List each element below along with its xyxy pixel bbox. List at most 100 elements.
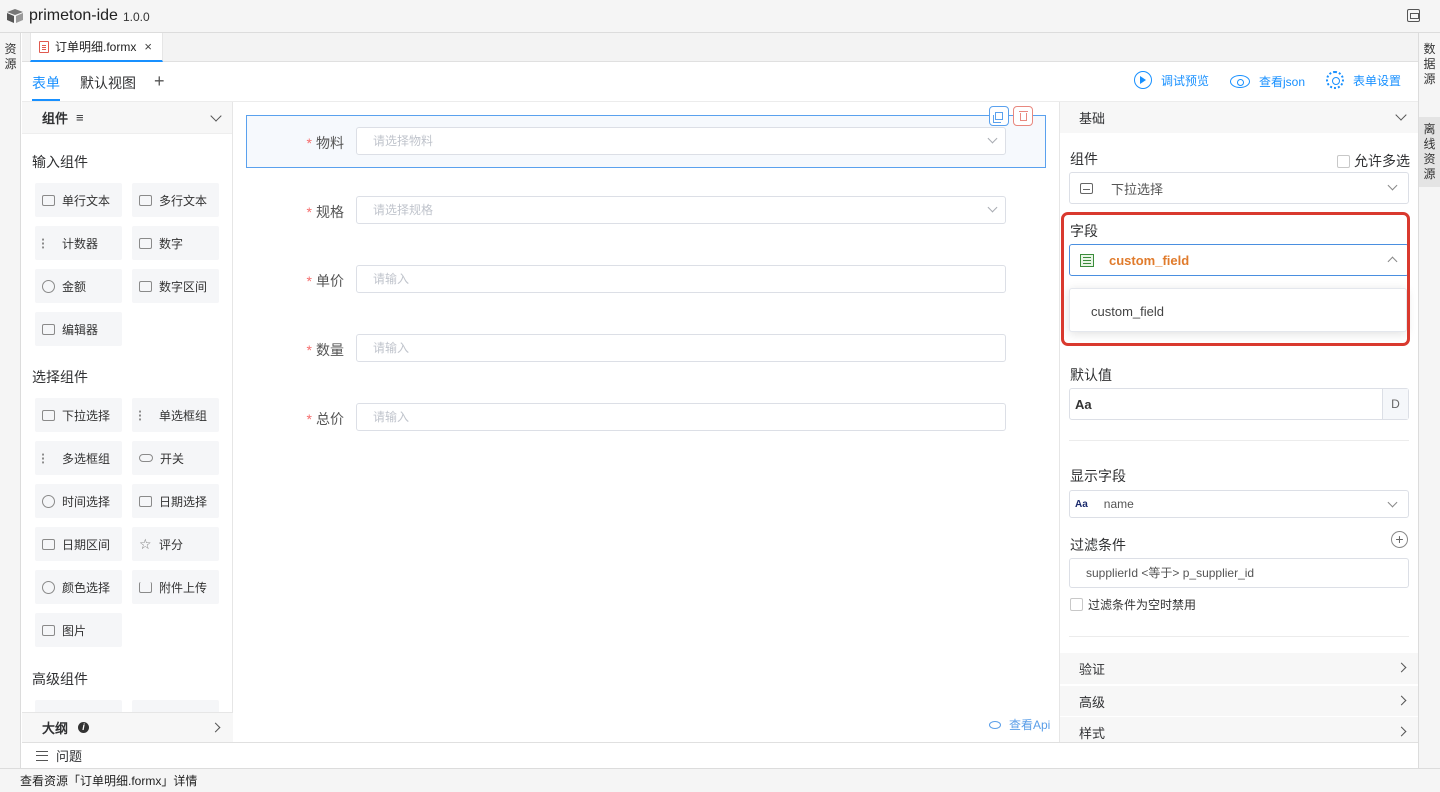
component-number-range[interactable]: 数字区间: [132, 269, 219, 303]
filter-disable-option[interactable]: 过滤条件为空时禁用: [1070, 596, 1196, 613]
components-panel-header[interactable]: 组件 ≡: [22, 102, 232, 134]
add-filter-icon[interactable]: +: [1391, 531, 1408, 548]
material-select[interactable]: 请选择物料: [356, 127, 1006, 155]
close-icon[interactable]: ×: [144, 39, 152, 54]
component-multi-line-text[interactable]: 多行文本: [132, 183, 219, 217]
component-type-select[interactable]: 下拉选择: [1069, 172, 1409, 204]
outline-panel-header[interactable]: 大纲 i: [22, 712, 233, 742]
tab-default-view[interactable]: 默认视图: [80, 73, 136, 93]
component-counter[interactable]: 计数器: [35, 226, 122, 260]
quantity-input[interactable]: 请输入: [356, 334, 1006, 362]
filter-condition-input[interactable]: supplierId <等于> p_supplier_id: [1069, 558, 1409, 588]
counter-icon: [42, 237, 55, 249]
required-mark: *: [306, 411, 312, 427]
default-value-mode-button[interactable]: D: [1382, 389, 1408, 419]
component-label: 日期区间: [62, 537, 111, 552]
form-row-spec: * 规格 请选择规格: [234, 196, 1058, 226]
app-name: primeton-ide: [29, 7, 118, 24]
delete-field-button[interactable]: [1013, 106, 1033, 126]
component-rating[interactable]: ☆ 评分: [132, 527, 219, 561]
multi-select-checkbox[interactable]: [1337, 154, 1350, 168]
display-field-select[interactable]: Aa name: [1069, 490, 1409, 518]
component-image[interactable]: 图片: [35, 613, 122, 647]
file-tab[interactable]: 订单明细.formx ×: [30, 33, 163, 62]
field-option[interactable]: custom_field: [1091, 304, 1164, 319]
upload-icon: [139, 581, 152, 593]
component-radio-group[interactable]: 单选框组: [132, 398, 219, 432]
debug-preview-button[interactable]: 调试预览: [1134, 71, 1209, 89]
component-label: 单选框组: [159, 408, 208, 423]
component-label: 下拉选择: [62, 408, 111, 423]
component-single-line-text[interactable]: 单行文本: [35, 183, 122, 217]
chevron-down-icon: [1395, 109, 1407, 121]
form-settings-button[interactable]: 表单设置: [1326, 71, 1401, 89]
divider: [1069, 636, 1409, 637]
calendar-icon: [139, 495, 152, 507]
component-amount[interactable]: 金额: [35, 269, 122, 303]
component-color-picker[interactable]: 颜色选择: [35, 570, 122, 604]
placeholder: 请输入: [373, 341, 410, 355]
chevron-down-icon: [1387, 180, 1398, 191]
multi-select-option[interactable]: 允许多选: [1337, 151, 1410, 171]
debug-preview-label: 调试预览: [1161, 73, 1210, 88]
component-label: 时间选择: [62, 494, 111, 509]
default-value-label: 默认值: [1070, 367, 1112, 383]
total-price-input[interactable]: 请输入: [356, 403, 1006, 431]
file-tab-label: 订单明细.formx: [55, 40, 137, 54]
validation-section-header[interactable]: 验证: [1060, 653, 1418, 684]
designer-header: 表单 默认视图 + 调试预览 查看json 表单设置: [22, 62, 1418, 102]
rail-tab-offline-resources[interactable]: 离 线 资 源: [1419, 117, 1440, 187]
component-label: 数字: [159, 236, 184, 251]
component-label: 多行文本: [159, 193, 208, 208]
view-api-link[interactable]: 查看Api: [989, 716, 1050, 733]
dropdown-icon: [42, 409, 55, 421]
view-api-label: 查看Api: [1009, 718, 1051, 732]
component-label: 评分: [159, 537, 184, 552]
basic-section-header[interactable]: 基础: [1060, 102, 1418, 133]
text-type-icon: Aa: [1075, 397, 1092, 412]
form-canvas: * 物料 请选择物料 * 规格 请选择规格 * 单价 请输入 * 数量 请输入 * 总价 …: [234, 102, 1058, 742]
checkbox-list-icon: [42, 452, 55, 464]
editor-tab-bar: 订单明细.formx ×: [22, 33, 1418, 62]
info-icon: i: [78, 722, 90, 733]
component-checkbox-group[interactable]: 多选框组: [35, 441, 122, 475]
component-dropdown[interactable]: 下拉选择: [35, 398, 122, 432]
window-restore-icon[interactable]: [1407, 9, 1420, 22]
status-bar: 查看资源「订单明细.formx」详情: [0, 768, 1440, 792]
component-editor[interactable]: 编辑器: [35, 312, 122, 346]
component-label: 多选框组: [62, 451, 111, 466]
yen-icon: [42, 279, 55, 293]
text-input-icon: [42, 194, 55, 206]
textarea-icon: [139, 194, 152, 206]
spec-select[interactable]: 请选择规格: [356, 196, 1006, 224]
menu-icon: ≡: [76, 110, 84, 125]
app-logo-icon: [7, 9, 23, 23]
field-select[interactable]: custom_field: [1069, 244, 1409, 276]
copy-icon: [993, 112, 1003, 123]
filter-disable-checkbox[interactable]: [1070, 598, 1083, 611]
tab-form[interactable]: 表单: [32, 73, 60, 93]
problems-bar[interactable]: 问题: [22, 742, 1418, 768]
add-tab-icon[interactable]: +: [154, 71, 165, 92]
required-mark: *: [306, 135, 312, 151]
style-section-header[interactable]: 样式: [1060, 716, 1418, 742]
component-number[interactable]: 数字: [132, 226, 219, 260]
placeholder: 请选择规格: [373, 203, 434, 217]
list-icon: [36, 750, 48, 761]
rail-tab-resources[interactable]: 资 源: [0, 37, 21, 77]
rail-tab-datasource[interactable]: 数 据 源: [1419, 37, 1440, 92]
component-date-range[interactable]: 日期区间: [35, 527, 122, 561]
default-value-input[interactable]: Aa D: [1069, 388, 1409, 420]
unit-price-input[interactable]: 请输入: [356, 265, 1006, 293]
component-date-picker[interactable]: 日期选择: [132, 484, 219, 518]
field-toolbar: [989, 106, 1033, 126]
advanced-section-header[interactable]: 高级: [1060, 685, 1418, 716]
copy-field-button[interactable]: [989, 106, 1009, 126]
table-field-icon: [1080, 253, 1094, 267]
component-file-upload[interactable]: 附件上传: [132, 570, 219, 604]
component-switch[interactable]: 开关: [132, 441, 219, 475]
view-json-button[interactable]: 查看json: [1230, 73, 1305, 90]
text-type-icon: Aa: [1075, 498, 1088, 510]
filter-disable-label: 过滤条件为空时禁用: [1088, 598, 1197, 612]
component-time-picker[interactable]: 时间选择: [35, 484, 122, 518]
